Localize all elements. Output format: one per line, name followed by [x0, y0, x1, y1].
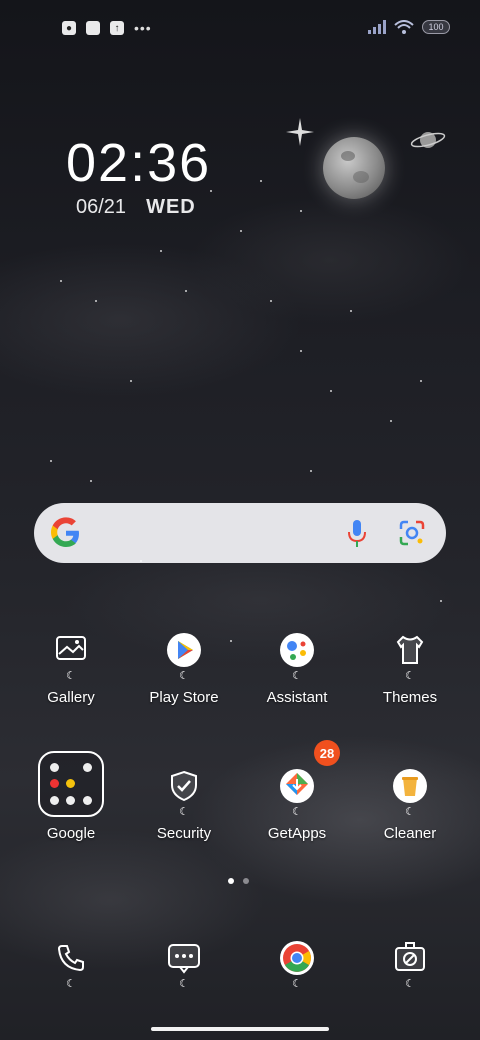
getapps-icon: ☾ [279, 768, 315, 818]
system-icons: 100 [368, 20, 450, 34]
dock-messages[interactable]: ☾ [128, 940, 240, 990]
square-notification-icon [86, 21, 100, 35]
more-notifications-icon: ••• [134, 20, 152, 36]
star-decoration [330, 390, 332, 392]
notification-badge: 28 [314, 740, 340, 766]
status-bar: ● ↑ ••• 100 [0, 0, 480, 56]
star-decoration [420, 380, 422, 382]
star-decoration [200, 150, 202, 152]
dock-phone[interactable]: ☾ [15, 940, 127, 990]
app-play-store[interactable]: ☾ Play Store [128, 632, 240, 706]
dock-camera[interactable]: ☾ [354, 940, 466, 990]
planet-icon [410, 132, 446, 148]
app-assistant[interactable]: ☾ Assistant [241, 632, 353, 706]
dock-chrome[interactable]: ☾ [241, 940, 353, 990]
star-decoration [270, 300, 272, 302]
google-search-bar[interactable] [34, 503, 446, 563]
star-decoration [230, 640, 232, 642]
clock-date[interactable]: 06/21 WED [76, 196, 196, 219]
assistant-icon: ☾ [279, 632, 315, 682]
star-decoration [130, 380, 132, 382]
star-decoration [390, 420, 392, 422]
signal-icon [368, 20, 386, 34]
night-mode-icon: ☾ [292, 670, 302, 682]
page-indicator [228, 878, 249, 884]
wifi-icon [394, 20, 414, 34]
messages-icon: ☾ [166, 940, 202, 990]
night-mode-icon: ☾ [292, 806, 302, 818]
star-decoration [300, 350, 302, 352]
app-themes[interactable]: ☾ Themes [354, 632, 466, 706]
app-label: Security [156, 825, 212, 842]
star-decoration [240, 230, 242, 232]
app-label: GetApps [267, 825, 327, 842]
night-mode-icon: ☾ [405, 978, 415, 990]
star-decoration [260, 180, 262, 182]
star-decoration [310, 470, 312, 472]
trash-icon: ☾ [392, 768, 428, 818]
app-getapps[interactable]: ☾ GetApps [241, 768, 353, 842]
star-decoration [210, 190, 212, 192]
star-decoration [60, 280, 62, 282]
phone-icon: ☾ [53, 940, 89, 990]
night-mode-icon: ☾ [179, 806, 189, 818]
night-mode-icon: ☾ [292, 978, 302, 990]
chrome-icon: ☾ [279, 940, 315, 990]
star-decoration [185, 290, 187, 292]
star-decoration [50, 460, 52, 462]
google-g-icon [51, 517, 79, 547]
weekday-text: WED [146, 196, 196, 218]
night-mode-icon: ☾ [179, 978, 189, 990]
camera-icon: ☾ [392, 940, 428, 990]
play-store-icon: ☾ [166, 632, 202, 682]
app-cleaner[interactable]: ☾ Cleaner [354, 768, 466, 842]
upload-icon: ↑ [110, 21, 124, 35]
star-decoration [300, 210, 302, 212]
gallery-icon: ☾ [53, 632, 89, 682]
night-mode-icon: ☾ [405, 670, 415, 682]
home-indicator[interactable] [151, 1027, 329, 1031]
night-mode-icon: ☾ [179, 670, 189, 682]
date-text: 06/21 [76, 196, 127, 218]
shield-icon: ☾ [166, 768, 202, 818]
notification-icons: ● ↑ ••• [62, 20, 152, 36]
star-decoration [95, 300, 97, 302]
app-label: Assistant [266, 689, 328, 706]
star-decoration [160, 250, 162, 252]
page-dot-active [228, 878, 234, 884]
mic-icon[interactable] [346, 519, 368, 549]
page-dot [243, 878, 249, 884]
app-label: Play Store [149, 689, 219, 706]
night-mode-icon: ☾ [66, 670, 76, 682]
app-label: Themes [382, 689, 438, 706]
night-mode-icon: ☾ [405, 806, 415, 818]
app-label: Gallery [47, 689, 95, 706]
app-gallery[interactable]: ☾ Gallery [15, 632, 127, 706]
night-mode-icon: ☾ [66, 978, 76, 990]
themes-icon: ☾ [392, 632, 428, 682]
star-decoration [140, 560, 142, 562]
folder-spacer [53, 768, 89, 804]
sparkle-icon [286, 118, 314, 146]
star-decoration [90, 480, 92, 482]
lens-icon[interactable] [398, 519, 426, 547]
app-notification-icon: ● [62, 21, 76, 35]
clock-time[interactable]: 02:36 [66, 132, 211, 194]
app-google-folder[interactable]: Google [15, 768, 127, 842]
star-decoration [440, 600, 442, 602]
star-decoration [350, 310, 352, 312]
moon-decoration [323, 137, 385, 199]
battery-indicator: 100 [422, 20, 450, 34]
app-label: Google [46, 825, 96, 842]
app-label: Cleaner [383, 825, 437, 842]
app-security[interactable]: ☾ Security [128, 768, 240, 842]
